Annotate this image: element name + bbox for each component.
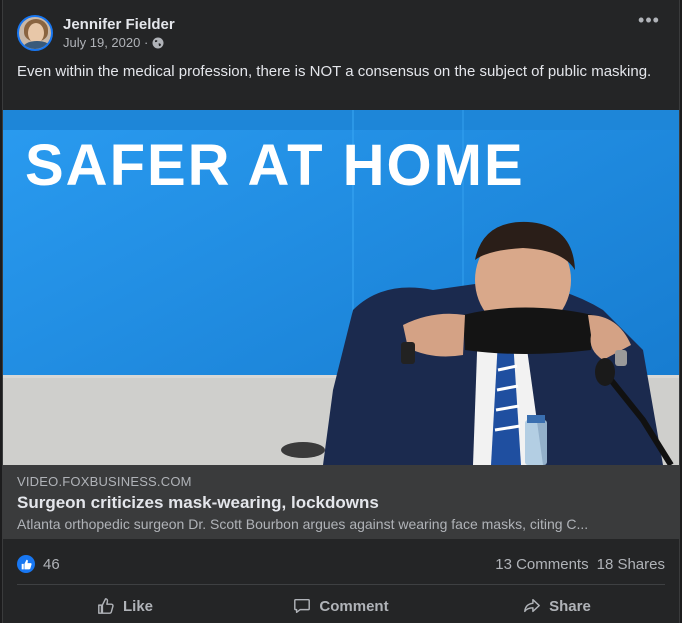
reaction-stats: 46 13 Comments 18 Shares — [17, 552, 665, 576]
post-header: Jennifer Fielder July 19, 2020 · — [17, 12, 175, 54]
post-date[interactable]: July 19, 2020 · — [63, 34, 148, 51]
comment-icon — [294, 598, 311, 614]
share-label: Share — [549, 597, 591, 615]
screen-headline: SAFER AT HOME — [25, 133, 525, 198]
share-button[interactable]: Share — [449, 589, 665, 623]
post-text: Even within the medical profession, ther… — [17, 63, 652, 80]
post-actions: Like Comment Share — [17, 589, 665, 623]
comment-count[interactable]: 13 Comments — [495, 556, 588, 573]
post-date-row: July 19, 2020 · — [63, 34, 175, 51]
globe-icon — [152, 37, 164, 48]
press-conference-photo: SAFER AT HOME — [3, 110, 679, 465]
share-icon — [524, 598, 541, 613]
share-count[interactable]: 18 Shares — [597, 556, 665, 573]
link-preview[interactable]: VIDEO.FOXBUSINESS.COM Surgeon criticizes… — [3, 465, 679, 539]
feed-post: Jennifer Fielder July 19, 2020 · ••• Eve… — [2, 0, 680, 623]
avatar[interactable] — [17, 15, 53, 51]
like-label: Like — [122, 597, 153, 615]
reactions-summary[interactable]: 46 — [17, 555, 60, 573]
comment-label: Comment — [319, 597, 389, 615]
more-options-icon[interactable]: ••• — [635, 11, 663, 34]
post-image[interactable]: SAFER AT HOME — [3, 110, 679, 465]
like-reaction-icon — [17, 555, 35, 573]
like-button[interactable]: Like — [17, 589, 233, 623]
thumbs-up-icon — [98, 598, 114, 614]
divider — [17, 584, 665, 585]
author-name[interactable]: Jennifer Fielder — [63, 15, 175, 34]
engagement-counts: 13 Comments 18 Shares — [495, 556, 665, 573]
link-description: Atlanta orthopedic surgeon Dr. Scott Bou… — [17, 516, 589, 532]
link-title[interactable]: Surgeon criticizes mask-wearing, lockdow… — [17, 493, 379, 513]
comment-button[interactable]: Comment — [233, 589, 449, 623]
like-count: 46 — [43, 555, 60, 573]
link-domain: VIDEO.FOXBUSINESS.COM — [17, 474, 192, 489]
post-meta: Jennifer Fielder July 19, 2020 · — [63, 15, 175, 51]
